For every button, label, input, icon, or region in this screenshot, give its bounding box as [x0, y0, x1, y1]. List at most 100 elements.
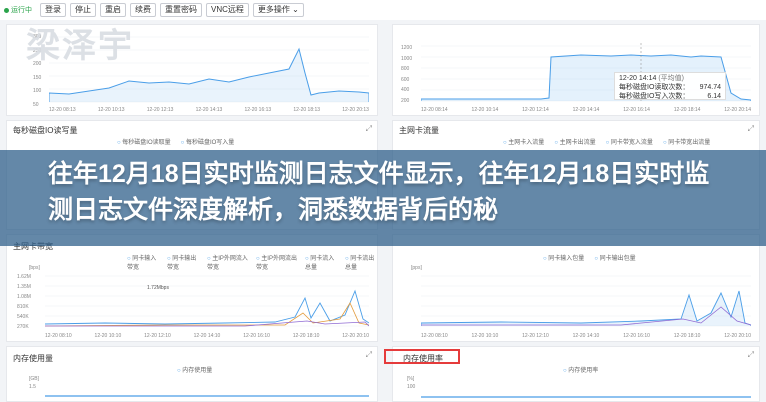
legend-item[interactable]: 主网卡入流量 — [503, 137, 544, 146]
chart-panel-memory-used: 内存使用量 ⤢ 内存使用量 [GB] 1.5 — [6, 346, 378, 402]
x-tick: 12-20 20:10 — [724, 333, 751, 339]
watermark-text: 梁泽宇 — [26, 27, 134, 65]
legend-item[interactable]: 同卡输入带宽 — [127, 253, 159, 271]
expand-icon[interactable]: ⤢ — [366, 350, 372, 360]
x-tick: 12-20 12:13 — [146, 107, 174, 113]
y-tick: [GB] — [29, 376, 40, 382]
tooltip-avg-label: (平均值) — [658, 75, 684, 82]
y-tick: 100 — [33, 88, 42, 94]
legend-item[interactable]: 主IP外网流入带宽 — [207, 253, 248, 271]
legend-item[interactable]: 主网卡出流量 — [554, 137, 596, 146]
expand-icon[interactable]: ⤢ — [366, 124, 372, 134]
chart-legend: 同卡输入包量 同卡输出包量 — [543, 253, 636, 262]
x-tick: 12-20 18:13 — [293, 107, 321, 113]
more-actions-button[interactable]: 更多操作 ⌄ — [252, 3, 304, 17]
expand-icon[interactable]: ⤢ — [748, 124, 754, 134]
x-tick: 12-20 18:10 — [673, 333, 701, 339]
legend-item[interactable]: 主IP外网流出带宽 — [256, 253, 297, 271]
bandwidth-line-chart — [45, 275, 369, 327]
x-tick: 12-20 08:10 — [45, 333, 72, 339]
y-axis-unit: [bps] — [29, 265, 40, 271]
status-badge: 运行中 — [4, 5, 32, 15]
legend-item[interactable]: 同卡输出带宽 — [167, 253, 199, 271]
restart-button[interactable]: 重启 — [100, 3, 126, 17]
legend-item[interactable]: 内存使用量 — [177, 365, 212, 374]
chart-legend: 内存使用率 — [563, 365, 598, 374]
y-axis-labels: 1.62M 1.35M 1.08M 810K 540K 270K — [17, 272, 31, 332]
legend-item[interactable]: 同卡流出总量 — [345, 253, 377, 271]
legend-item[interactable]: 同卡带宽入流量 — [606, 137, 653, 146]
tooltip-time: 12-20 14:14 — [619, 75, 657, 82]
legend-item[interactable]: 同卡输入包量 — [543, 253, 584, 262]
x-tick: 12-20 16:13 — [244, 107, 272, 113]
x-tick: 12-20 10:14 — [471, 107, 499, 113]
tooltip-row-label: 每秒磁盘IO读取次数： — [619, 84, 690, 91]
hover-value: 1.72Mbps — [147, 285, 169, 291]
login-button[interactable]: 登录 — [40, 3, 66, 17]
headline-text: 往年12月18日实时监测日志文件显示，往年12月18日实时监测日志文件深度解析，… — [48, 160, 710, 224]
reset-password-button[interactable]: 重置密码 — [160, 3, 202, 17]
y-tick: 1.5 — [29, 384, 36, 390]
y-axis-labels: [%] 100 — [407, 375, 415, 391]
x-tick: 12-20 16:10 — [623, 333, 650, 339]
x-tick: 12-20 14:10 — [193, 333, 221, 339]
x-axis-labels: 12-20 08:10 12-20 10:10 12-20 12:10 12-2… — [421, 333, 751, 339]
x-tick: 12-20 10:13 — [97, 107, 125, 113]
y-tick: 50 — [33, 101, 39, 108]
legend-item[interactable]: 同卡带宽出流量 — [663, 137, 710, 146]
legend-item[interactable]: 同卡输出包量 — [594, 253, 636, 262]
renew-button[interactable]: 续费 — [130, 3, 156, 17]
status-dot-icon — [4, 7, 9, 13]
y-tick: 1.08M — [17, 294, 31, 300]
legend-item[interactable]: 同卡流入总量 — [305, 253, 337, 271]
y-tick: 810K — [17, 304, 29, 310]
vnc-remote-button[interactable]: VNC远程 — [206, 3, 249, 17]
y-tick: 200 — [401, 97, 410, 104]
x-axis-labels: 12-20 08:14 12-20 10:14 12-20 12:14 12-2… — [421, 107, 751, 113]
x-tick: 12-20 14:10 — [572, 333, 600, 339]
chart-legend: 同卡输入带宽 同卡输出带宽 主IP外网流入带宽 主IP外网流出带宽 同卡流入总量… — [127, 253, 377, 271]
y-tick: [%] — [407, 376, 415, 382]
panel-title: 每秒磁盘IO读写量 — [13, 126, 78, 135]
packets-line-chart — [421, 275, 751, 327]
expand-icon[interactable]: ⤢ — [748, 350, 754, 360]
tooltip-row-value: 974.74 — [699, 84, 721, 91]
instance-toolbar: 运行中 登录 停止 重启 续费 重置密码 VNC远程 更多操作 ⌄ — [0, 0, 766, 20]
chart-panel-nic-bandwidth: 主网卡带宽 同卡输入带宽 同卡输出带宽 主IP外网流入带宽 主IP外网流出带宽 … — [6, 234, 378, 342]
panel-title: 主网卡流量 — [399, 126, 439, 135]
x-tick: 12-20 10:10 — [94, 333, 122, 339]
y-axis-unit: [pps] — [411, 265, 422, 271]
y-tick: 270K — [17, 324, 29, 330]
x-tick: 12-20 12:10 — [144, 333, 171, 339]
x-tick: 12-20 20:14 — [724, 107, 751, 113]
x-tick: 12-20 08:13 — [49, 107, 76, 113]
legend-item[interactable]: 每秒磁盘IO写入量 — [181, 137, 234, 146]
tooltip-row-label: 每秒磁盘IO写入次数： — [619, 93, 690, 100]
series-line — [45, 302, 369, 327]
y-tick: 1.62M — [17, 274, 31, 280]
y-tick: 100 — [407, 384, 416, 390]
x-tick: 12-20 08:10 — [421, 333, 448, 339]
x-tick: 12-20 12:10 — [522, 333, 549, 339]
chart-legend: 每秒磁盘IO读取量 每秒磁盘IO写入量 — [117, 137, 234, 146]
legend-item[interactable]: 内存使用率 — [563, 365, 598, 374]
y-tick: 1200 — [401, 45, 413, 51]
panel-title: 内存使用量 — [13, 354, 53, 363]
y-tick: 800 — [401, 66, 410, 72]
y-tick: 150 — [33, 74, 42, 81]
x-tick: 12-20 12:14 — [522, 107, 549, 113]
y-axis-labels: 1200 1000 800 600 400 200 — [401, 43, 412, 106]
y-tick: 600 — [401, 76, 410, 83]
chart-legend: 内存使用量 — [177, 365, 212, 374]
x-tick: 12-20 10:10 — [471, 333, 499, 339]
y-tick: 1000 — [401, 55, 413, 62]
y-tick: 1.35M — [17, 284, 31, 290]
stop-button[interactable]: 停止 — [70, 3, 96, 17]
tooltip-row-value: 6.14 — [707, 93, 721, 100]
status-text: 运行中 — [11, 7, 32, 14]
x-tick: 12-20 20:10 — [342, 333, 369, 339]
x-tick: 12-20 14:13 — [195, 107, 223, 113]
x-tick: 12-20 20:13 — [342, 107, 369, 113]
legend-item[interactable]: 每秒磁盘IO读取量 — [117, 137, 170, 146]
x-tick: 12-20 18:10 — [292, 333, 320, 339]
